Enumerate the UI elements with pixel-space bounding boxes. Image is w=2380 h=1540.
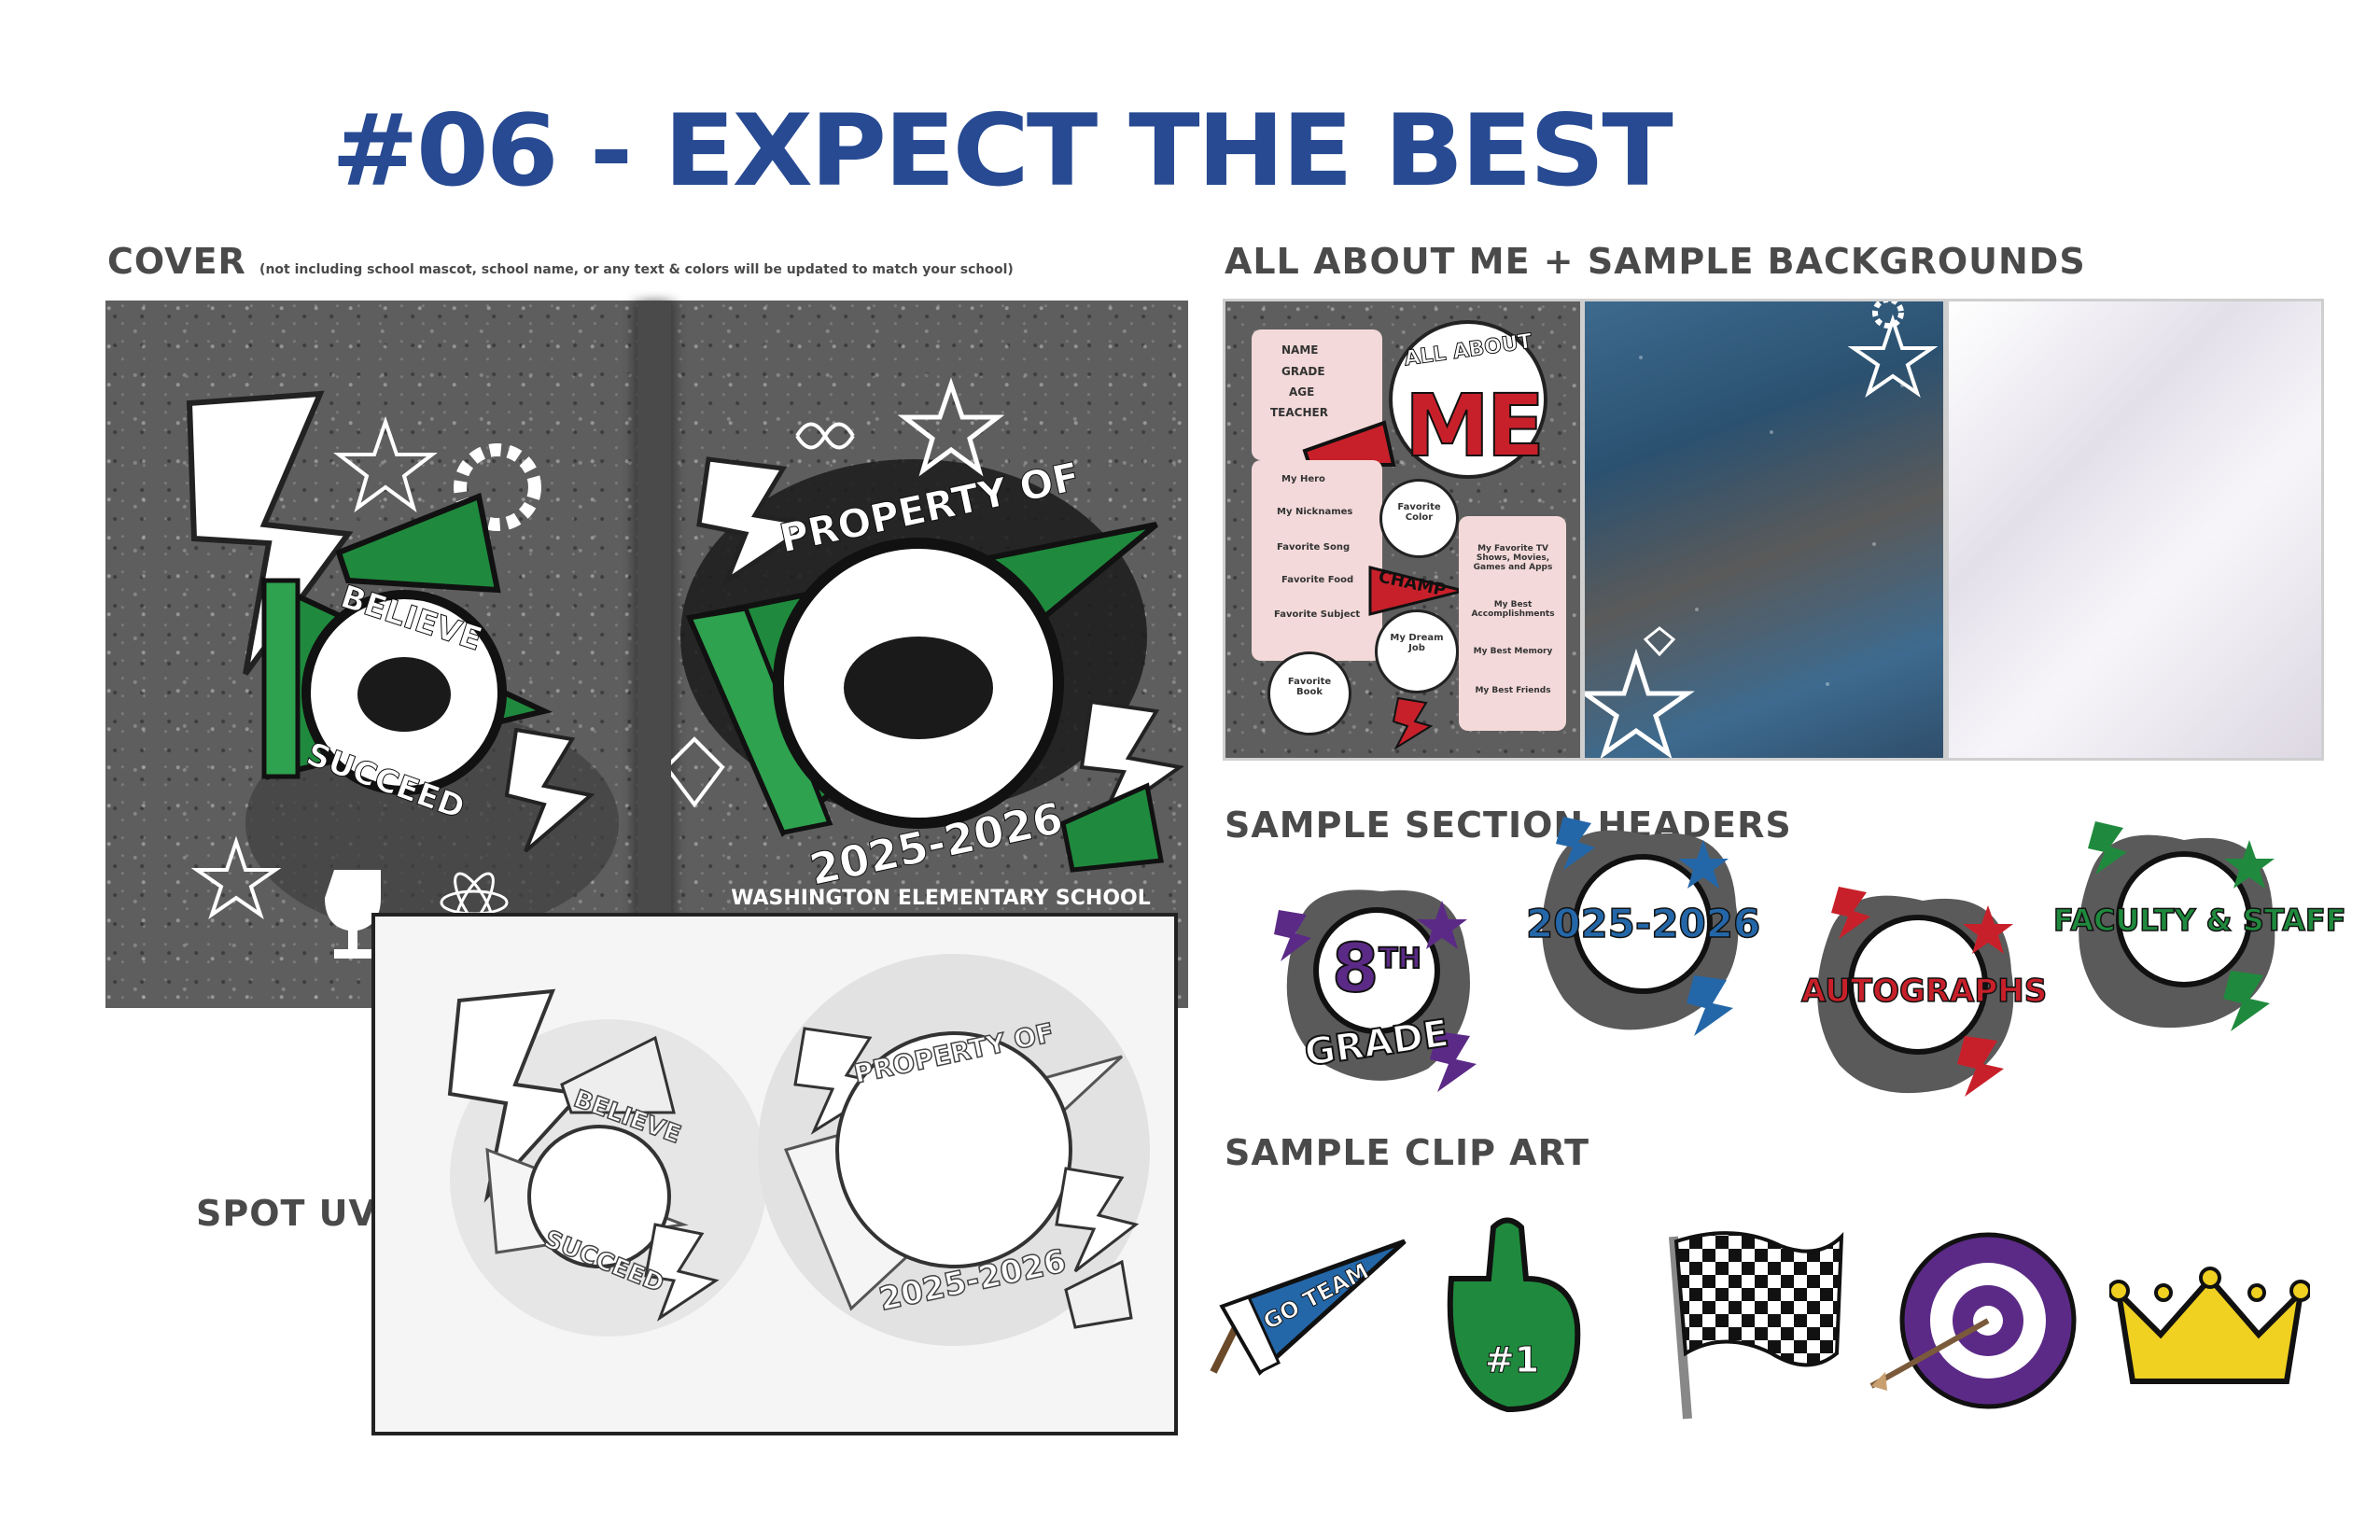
field-song: Favorite Song [1277,542,1351,553]
field-hero: My Hero [1281,474,1325,484]
field-subject: Favorite Subject [1274,609,1361,620]
section-header-year: 2025-2026 [1525,812,1761,1045]
front-school-text: WASHINGTON ELEMENTARY SCHOOL [731,887,1151,910]
cover-spine [637,301,671,1008]
back-cover-art [186,390,619,959]
cover-heading-note: (not including school mascot, school nam… [259,262,1014,277]
field-color: Favorite Color [1397,502,1441,523]
star-icon [1585,648,1695,758]
cover-heading-bold: COVER [107,241,246,282]
clipart-foam-finger: #1 [1433,1213,1591,1414]
field-name: NAME [1281,343,1319,357]
spot-uv-panel: BELIEVE SUCCEED PROPERTY OF 2025-2026 [371,913,1178,1435]
header-year-text: 2025-2026 [1525,900,1761,947]
gear-icon [1872,301,1904,329]
section-header-faculty: FACULTY & STAFF [2052,817,2346,1041]
all-about-me-page: NAME GRADE AGE TEACHER ALL ABOUT ME My H… [1223,299,1583,761]
diamond-icon [671,736,725,808]
field-memory: My Best Memory [1473,647,1553,656]
field-teacher: TEACHER [1270,406,1328,419]
field-grade: GRADE [1281,365,1325,378]
foam-finger-icon [1447,1217,1581,1413]
banner-me: ME [1404,375,1546,477]
field-nicknames: My Nicknames [1277,507,1353,517]
field-friends: My Best Friends [1475,686,1551,695]
clipart-pennant: GO TEAM [1204,1232,1414,1381]
panther-icon [357,657,451,732]
header-8-number: 8TH [1331,928,1422,1008]
dna-icon [795,422,855,450]
cover-spread: BELIEVE SUCCEED PROPERTY OF 2025-2026 WA… [105,301,1188,1008]
page-title: #06 - EXPECT THE BEST [331,93,1673,209]
diamond-icon [1643,626,1676,657]
star-icon [1847,314,1939,399]
sample-background-blue [1582,299,1946,761]
target-icon [1869,1232,2077,1409]
star-icon [333,415,438,513]
sample-background-light [1946,299,2324,761]
clipart-finger-text: #1 [1484,1339,1540,1381]
field-accomplishments: My Best Accomplishments [1471,600,1555,619]
lightning-icon [1392,696,1434,749]
section-header-8th-grade: 8TH GRADE [1269,873,1484,1097]
spot-uv-label: SPOT UV [196,1193,377,1234]
field-dream-job: My Dream Job [1390,633,1444,653]
field-age: AGE [1289,385,1315,399]
cover-heading: COVER (not including school mascot, scho… [107,241,1014,282]
field-book: Favorite Book [1287,677,1332,697]
spot-uv-art [447,954,1150,1346]
header-autographs-text: AUTOGRAPHS [1800,972,2048,1011]
megaphone-icon [335,492,501,594]
checkered-flag-icon [1669,1231,1844,1420]
star-icon [897,377,1005,477]
field-tv-shows: My Favorite TV Shows, Movies, Games and … [1473,544,1553,572]
panther-icon [844,637,993,739]
all-about-me-heading: ALL ABOUT ME + SAMPLE BACKGROUNDS [1225,241,2086,282]
section-header-autographs: AUTOGRAPHS [1800,877,2048,1106]
field-food: Favorite Food [1281,575,1354,585]
header-faculty-text: FACULTY & STAFF [2052,902,2346,939]
crown-icon [2109,1267,2310,1384]
clip-art-heading: SAMPLE CLIP ART [1225,1132,1590,1173]
